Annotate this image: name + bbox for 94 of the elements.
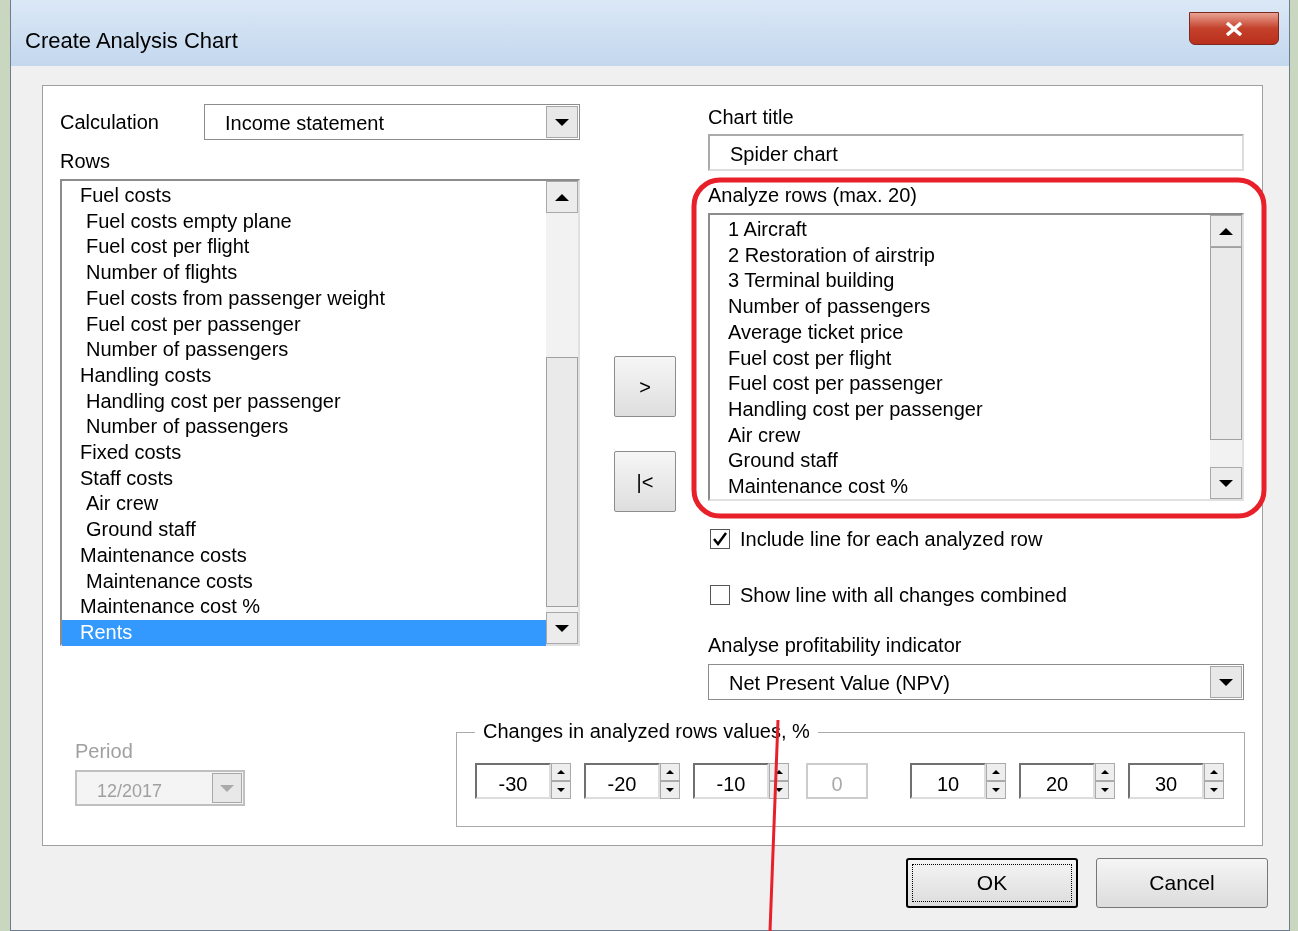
down-arrow-icon [775, 788, 783, 792]
period-dropdown: 12/2017 [75, 770, 245, 806]
spin-field[interactable]: -20 [584, 763, 660, 799]
spin-down-button[interactable] [551, 781, 571, 799]
spin-up-button[interactable] [660, 763, 680, 781]
checkbox[interactable] [710, 529, 730, 549]
chart-title-field[interactable]: Spider chart [708, 134, 1244, 171]
list-item[interactable]: Number of passengers [62, 337, 546, 363]
indicator-dropdown[interactable]: Net Present Value (NPV) [708, 664, 1244, 700]
dropdown-button[interactable] [546, 106, 578, 138]
list-item[interactable]: 3 Terminal building [710, 268, 1210, 295]
spin-field: 0 [806, 763, 868, 799]
caret-icon [1219, 678, 1233, 686]
list-item[interactable]: Number of flights [62, 260, 546, 286]
list-item[interactable]: Maintenance costs [62, 542, 546, 569]
list-item[interactable]: Maintenance costs [62, 568, 546, 595]
spin-down-button[interactable] [660, 781, 680, 799]
up-arrow-icon [992, 770, 1000, 774]
up-arrow-icon [775, 770, 783, 774]
list-item[interactable]: Ground staff [62, 517, 546, 543]
list-item[interactable]: Fuel cost per flight [710, 345, 1210, 372]
list-item[interactable]: Average ticket price [710, 319, 1210, 346]
list-item[interactable]: Staff costs [62, 465, 546, 492]
spin-field[interactable]: -30 [475, 763, 551, 799]
down-arrow-icon [1219, 479, 1233, 487]
list-item[interactable]: Handling cost per passenger [710, 396, 1210, 423]
list-item[interactable]: Fuel costs empty plane [62, 208, 546, 235]
list-item[interactable]: Ground staff [710, 448, 1210, 475]
indicator-label: Analyse profitability indicator [708, 633, 963, 658]
list-item[interactable]: 2 Restoration of airstrip [710, 242, 1210, 269]
down-arrow-icon [555, 624, 569, 632]
list-item[interactable]: Maintenance cost % [710, 474, 1210, 500]
close-icon [1225, 21, 1243, 36]
checkbox-label: Include line for each analyzed row [740, 527, 1043, 552]
up-arrow-icon [1219, 227, 1233, 235]
scroll-up-button[interactable] [1210, 215, 1242, 247]
period-label: Period [75, 739, 134, 764]
list-item[interactable]: 1 Aircraft [710, 217, 1210, 243]
up-arrow-icon [1210, 770, 1218, 774]
spin-field[interactable]: 30 [1128, 763, 1204, 799]
list-item[interactable]: Handling cost per passenger [62, 388, 546, 415]
move-back-button[interactable]: |< [614, 451, 676, 512]
down-arrow-icon [992, 788, 1000, 792]
up-arrow-icon [1101, 770, 1109, 774]
dropdown-button[interactable] [1210, 666, 1242, 698]
caret-icon [220, 784, 234, 792]
analyze-rows-label: Analyze rows (max. 20) [708, 183, 918, 208]
caret-icon [555, 118, 569, 126]
list-item[interactable]: Handling costs [62, 362, 546, 389]
list-item[interactable]: Fuel cost per flight [62, 234, 546, 261]
down-arrow-icon [1101, 788, 1109, 792]
spin-down-button[interactable] [1095, 781, 1115, 799]
up-arrow-icon [557, 770, 565, 774]
spin-up-button[interactable] [986, 763, 1006, 781]
list-item[interactable]: Fuel cost per passenger [62, 311, 546, 338]
list-item[interactable]: Number of passengers [62, 414, 546, 441]
calculation-dropdown[interactable]: Income statement [204, 104, 580, 140]
list-item[interactable]: Number of passengers [710, 294, 1210, 320]
move-right-button[interactable]: > [614, 356, 676, 417]
up-arrow-icon [666, 770, 674, 774]
list-item[interactable]: Fuel cost per passenger [710, 371, 1210, 397]
down-arrow-icon [557, 788, 565, 792]
spin-down-button[interactable] [769, 781, 789, 799]
list-item[interactable]: Fuel costs from passenger weight [62, 285, 546, 312]
spin-up-button[interactable] [1204, 763, 1224, 781]
down-arrow-icon [1210, 788, 1218, 792]
ok-button[interactable]: OK [906, 858, 1078, 908]
window-title: Create Analysis Chart [25, 27, 238, 55]
close-button[interactable] [1189, 12, 1279, 45]
up-arrow-icon [555, 193, 569, 201]
checkbox-label: Show line with all changes combined [740, 583, 1067, 608]
list-item[interactable]: Fixed costs [62, 440, 546, 466]
list-item[interactable]: Fuel costs [62, 183, 546, 209]
spin-field[interactable]: 20 [1019, 763, 1095, 799]
scroll-down-button[interactable] [1210, 467, 1242, 499]
checkbox[interactable] [710, 585, 730, 605]
list-item[interactable]: Air crew [62, 491, 546, 518]
cancel-button[interactable]: Cancel [1096, 858, 1268, 908]
spin-field[interactable]: 10 [910, 763, 986, 799]
scroll-thumb[interactable] [546, 357, 578, 607]
scroll-down-button[interactable] [546, 612, 578, 644]
list-item[interactable]: Maintenance cost % [62, 594, 546, 620]
scroll-thumb[interactable] [1210, 247, 1242, 440]
rows-label: Rows [60, 149, 111, 174]
down-arrow-icon [666, 788, 674, 792]
spin-down-button[interactable] [1204, 781, 1224, 799]
list-item[interactable]: Air crew [710, 422, 1210, 449]
spin-down-button[interactable] [986, 781, 1006, 799]
spin-field[interactable]: -10 [693, 763, 769, 799]
calculation-label: Calculation [60, 110, 160, 135]
chart-title-label: Chart title [708, 105, 795, 130]
spin-up-button[interactable] [551, 763, 571, 781]
scroll-up-button[interactable] [546, 181, 578, 213]
spin-up-button[interactable] [1095, 763, 1115, 781]
